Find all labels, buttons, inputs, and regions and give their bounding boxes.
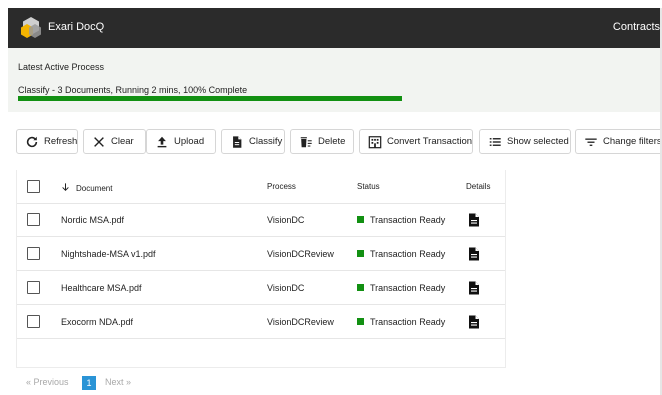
row-checkbox[interactable]: [27, 213, 40, 226]
table-row[interactable]: Healthcare MSA.pdf VisionDC Transaction Re…: [17, 271, 505, 305]
status-indicator: [357, 250, 364, 257]
details-document-icon[interactable]: [468, 247, 480, 261]
row-checkbox[interactable]: [27, 247, 40, 260]
building-icon: [368, 135, 382, 148]
column-header-process[interactable]: Process: [267, 182, 296, 191]
top-bar: Exari DocQ Contracts: [8, 8, 662, 48]
process-panel-title: Latest Active Process: [18, 62, 105, 72]
status-cell: Transaction Ready: [357, 215, 445, 225]
status-label: Transaction Ready: [370, 283, 446, 293]
table-row[interactable]: Nightshade-MSA v1.pdf VisionDCReview Trans…: [17, 237, 505, 271]
process-name: VisionDCReview: [267, 249, 334, 259]
status-cell: Transaction Ready: [357, 317, 445, 327]
process-progress-fill: [18, 96, 402, 101]
status-label: Transaction Ready: [370, 215, 446, 225]
status-indicator: [357, 284, 364, 291]
document-icon: [233, 135, 242, 148]
column-header-document[interactable]: Document: [61, 182, 112, 193]
delete-list-icon: [300, 136, 312, 147]
delete-button[interactable]: Delete: [290, 129, 354, 154]
status-indicator: [357, 216, 364, 223]
arrow-down-icon: [62, 183, 69, 192]
status-indicator: [357, 318, 364, 325]
classify-label: Classify: [249, 136, 283, 147]
documents-table: Document Process Status Details Nordic M…: [16, 170, 506, 368]
process-name: VisionDC: [267, 283, 305, 293]
document-name[interactable]: Nordic MSA.pdf: [61, 215, 124, 225]
refresh-button[interactable]: Refresh: [16, 129, 78, 154]
column-header-details: Details: [466, 182, 491, 191]
details-document-icon[interactable]: [468, 315, 480, 329]
convert-transaction-button[interactable]: Convert Transaction: [359, 129, 473, 154]
select-all-checkbox[interactable]: [27, 180, 40, 193]
column-header-status[interactable]: Status: [357, 182, 380, 191]
show-selected-label: Show selected: [507, 136, 569, 147]
change-filters-label: Change filters: [603, 136, 662, 147]
status-cell: Transaction Ready: [357, 249, 445, 259]
column-header-document-label: Document: [76, 184, 113, 193]
table-header-row: Document Process Status Details: [17, 170, 505, 204]
document-name[interactable]: Exocorm NDA.pdf: [61, 317, 133, 327]
table-row[interactable]: Exocorm NDA.pdf VisionDCReview Transaction…: [17, 305, 505, 339]
exari-logo-icon[interactable]: [18, 15, 44, 41]
row-checkbox[interactable]: [27, 315, 40, 328]
change-filters-button[interactable]: Change filters: [575, 129, 662, 154]
details-document-icon[interactable]: [468, 213, 480, 227]
close-icon: [94, 136, 104, 147]
list-icon: [489, 137, 501, 146]
classify-button[interactable]: Classify: [221, 129, 285, 154]
status-label: Transaction Ready: [370, 317, 446, 327]
filter-icon: [585, 138, 597, 146]
status-cell: Transaction Ready: [357, 283, 445, 293]
upload-button[interactable]: Upload: [146, 129, 216, 154]
latest-process-panel: Latest Active Process Classify - 3 Docum…: [8, 48, 662, 112]
process-status-text: Classify - 3 Documents, Running 2 mins, …: [18, 85, 248, 95]
process-name: VisionDC: [267, 215, 305, 225]
status-label: Transaction Ready: [370, 249, 446, 259]
convert-transaction-label: Convert Transaction: [387, 136, 473, 147]
pagination-next[interactable]: Next »: [105, 377, 131, 387]
show-selected-button[interactable]: Show selected: [479, 129, 571, 154]
contracts-link[interactable]: Contracts: [613, 21, 660, 33]
pagination-page-current[interactable]: 1: [82, 376, 96, 390]
clear-button[interactable]: Clear: [83, 129, 146, 154]
document-name[interactable]: Nightshade-MSA v1.pdf: [61, 249, 156, 259]
process-progress-bar: [18, 96, 402, 101]
pagination-previous[interactable]: « Previous: [26, 377, 69, 387]
toolbar: Refresh Clear Upload Classify Delete Con…: [8, 129, 662, 155]
table-row[interactable]: Nordic MSA.pdf VisionDC Transaction Ready: [17, 203, 505, 237]
details-document-icon[interactable]: [468, 281, 480, 295]
delete-label: Delete: [318, 136, 346, 147]
refresh-label: Refresh: [44, 136, 78, 147]
upload-label: Upload: [174, 136, 205, 147]
clear-label: Clear: [111, 136, 134, 147]
document-name[interactable]: Healthcare MSA.pdf: [61, 283, 142, 293]
row-checkbox[interactable]: [27, 281, 40, 294]
app-title: Exari DocQ: [48, 21, 105, 33]
refresh-icon: [26, 136, 38, 147]
upload-icon: [157, 136, 167, 147]
process-name: VisionDCReview: [267, 317, 334, 327]
